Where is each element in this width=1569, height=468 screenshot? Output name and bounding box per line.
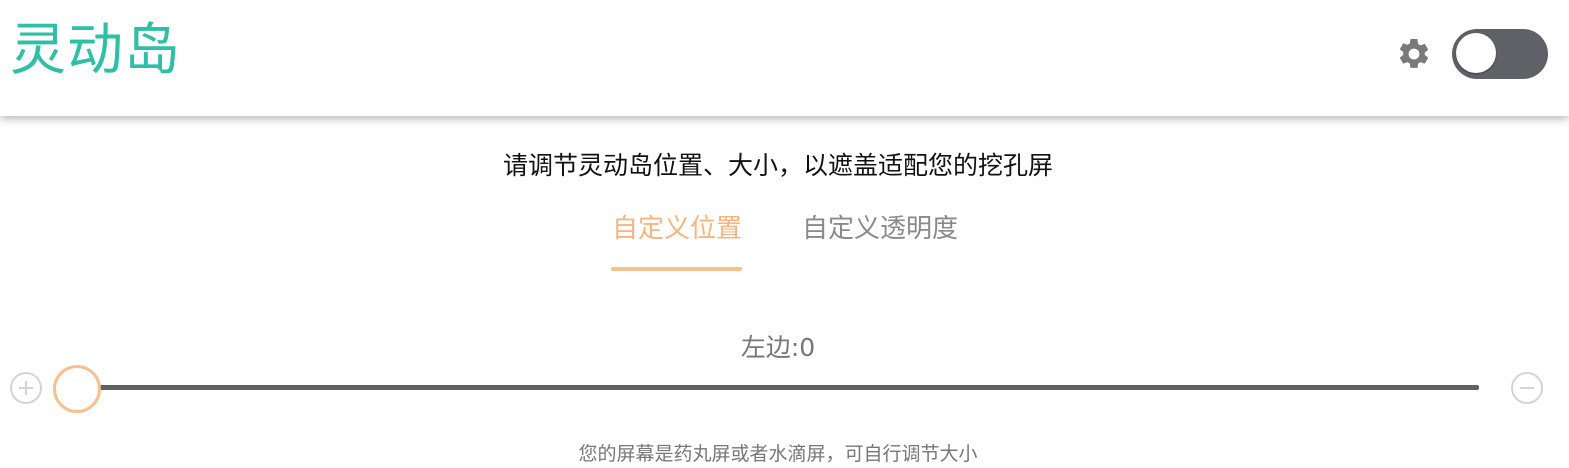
slider-track[interactable] [76, 385, 1479, 390]
gear-icon[interactable] [1396, 36, 1432, 72]
slider-thumb[interactable] [53, 365, 101, 413]
app-title: 灵动岛 [10, 18, 181, 83]
minus-circle-icon[interactable] [1510, 371, 1544, 405]
instruction-text: 请调节灵动岛位置、大小，以遮盖适配您的挖孔屏 [502, 151, 1053, 180]
tab-custom-position[interactable]: 自定义位置 [612, 208, 742, 250]
toggle-knob [1456, 33, 1496, 73]
tab-custom-opacity[interactable]: 自定义透明度 [802, 208, 958, 250]
app-header: 灵动岛 [0, 0, 1569, 116]
slider-value-label: 左边:0 [740, 333, 816, 362]
tab-bar: 自定义位置 自定义透明度 [0, 208, 1569, 278]
plus-circle-icon[interactable] [9, 371, 43, 405]
screen-type-hint: 您的屏幕是药丸屏或者水滴屏，可自行调节大小 [578, 443, 978, 465]
main-toggle-switch[interactable] [1452, 29, 1548, 79]
tab-active-indicator [611, 267, 742, 271]
